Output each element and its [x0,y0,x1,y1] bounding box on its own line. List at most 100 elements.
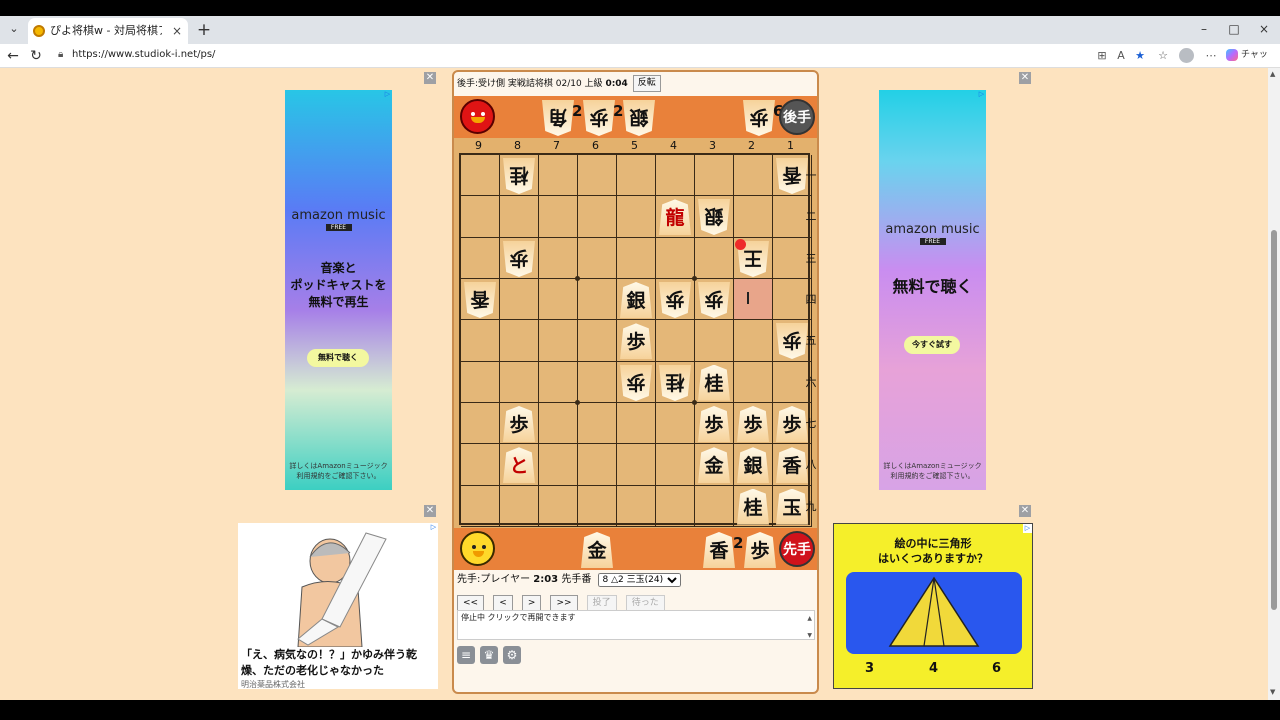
piece-sente[interactable]: 歩 [620,323,652,360]
board-square[interactable] [500,320,539,362]
ad-amazon-music-left[interactable]: ▷ amazon music FREE 音楽と ポッドキャストを 無料で再生 無料… [285,90,392,490]
tab-close-icon[interactable]: × [172,18,182,44]
ad-triangle-quiz[interactable]: ▷ 絵の中に三角形 はいくつありますか？ 3 4 6 [833,523,1033,689]
read-aloud-icon[interactable]: A [1113,48,1129,64]
ad-close-icon[interactable]: ✕ [1019,505,1031,517]
piece-gote[interactable]: 桂 [503,158,535,194]
piece-sente[interactable]: 歩 [737,405,769,442]
browser-tab[interactable]: ぴよ将棋w - 対局将棋アプリ WEB版 × [28,18,188,44]
page-scrollbar[interactable]: ▲ ▼ [1268,68,1280,700]
board-square[interactable] [617,444,656,486]
board-square[interactable] [500,196,539,238]
settings-icon[interactable]: ⚙ [503,646,521,664]
ad-close-icon[interactable]: ✕ [1019,72,1031,84]
menu-icon[interactable]: ≡ [457,646,475,664]
board-square[interactable] [578,361,617,403]
board-square[interactable] [734,320,773,362]
piece-sente[interactable]: 銀 [620,281,652,318]
board-square[interactable] [461,485,500,527]
favorite-star-icon[interactable]: ★ [1132,48,1148,64]
piece-gote[interactable]: 歩 [503,241,535,277]
ad-cta-button[interactable]: 今すぐ試す [904,336,960,354]
board-square[interactable] [500,485,539,527]
ad-quiz-option[interactable]: 3 [865,661,874,676]
piece-gote[interactable]: 歩 [620,365,652,401]
piece-sente[interactable]: 桂 [698,364,730,401]
board-square[interactable] [578,237,617,279]
board-square[interactable] [461,402,500,445]
favorites-icon[interactable]: ☆ [1155,48,1171,64]
piece-gote[interactable]: 歩 [659,282,691,318]
board-square[interactable] [539,155,578,197]
board-square[interactable] [695,237,734,279]
ad-quiz-option[interactable]: 6 [992,661,1001,676]
board-square[interactable] [734,361,773,403]
url-field[interactable]: 🔒︎ https://www.studiok-i.net/ps/ [50,46,1090,66]
message-box[interactable]: 停止中 クリックで再開できます ▲ ▼ [457,610,815,640]
board-square[interactable] [539,444,578,486]
hand-piece[interactable]: 銀 [623,100,655,136]
board-square[interactable] [578,485,617,527]
board-square[interactable] [734,155,773,197]
ad-amazon-music-right[interactable]: ▷ amazon music FREE 無料で聴く 今すぐ試す 詳しくはAmazo… [879,90,986,490]
piece-sente[interactable]: 龍 [659,199,691,236]
ad-choices-icon[interactable]: ▷ [429,523,438,532]
board-square[interactable] [617,196,656,238]
board-square[interactable] [578,196,617,238]
piece-sente[interactable]: と [503,447,535,484]
copilot-button[interactable]: チャット [1226,46,1276,78]
hand-piece[interactable]: 角 [542,100,574,136]
scroll-up-icon[interactable]: ▲ [1270,70,1275,78]
ad-choices-icon[interactable]: ▷ [1023,524,1032,533]
board-square[interactable] [578,444,617,486]
hand-piece[interactable]: 歩 [743,100,775,136]
hand-piece[interactable]: 金 [581,532,613,568]
board-square[interactable] [656,237,695,279]
piece-gote[interactable]: 桂 [659,365,691,401]
board-square[interactable] [695,155,734,197]
board-square[interactable] [617,237,656,279]
piece-sente[interactable]: 桂 [737,488,769,525]
ad-meiji-itching[interactable]: ▷ 「え、病気なの！？」かゆみ伴う乾燥、ただの老化じゃなかった 明治薬品株式会社 [238,523,438,689]
board-square[interactable] [461,361,500,403]
shogi-board[interactable]: 桂香龍銀歩王香銀歩歩歩歩歩桂桂歩歩歩歩と金銀香桂玉 [459,153,812,527]
maximize-button[interactable]: □ [1220,18,1248,40]
board-square[interactable] [734,196,773,238]
board-square[interactable] [539,361,578,403]
flip-board-button[interactable]: 反転 [632,75,661,92]
ad-close-icon[interactable]: ✕ [424,72,436,84]
board-square[interactable] [578,155,617,197]
back-icon[interactable]: ← [4,47,22,65]
hand-piece[interactable]: 香 [703,532,735,568]
scroll-up-icon[interactable]: ▲ [807,612,812,626]
board-square[interactable] [656,444,695,486]
board-square[interactable] [539,402,578,445]
close-window-button[interactable]: × [1250,18,1278,40]
board-square[interactable] [617,485,656,527]
board-square[interactable] [539,237,578,279]
move-select[interactable]: 8 △2 三玉(24) [597,573,681,587]
piece-sente[interactable]: 金 [698,447,730,484]
tab-list-icon[interactable]: ⌄ [5,20,23,38]
board-square[interactable] [539,196,578,238]
piece-gote[interactable]: 歩 [698,282,730,318]
board-square[interactable] [656,320,695,362]
board-square[interactable] [578,402,617,445]
new-tab-button[interactable]: + [193,19,215,41]
piece-sente[interactable]: 歩 [698,405,730,442]
board-square[interactable] [656,155,695,197]
trophy-icon[interactable]: ♛ [480,646,498,664]
board-square[interactable] [539,320,578,362]
board-square[interactable] [656,485,695,527]
board-square[interactable] [461,237,500,279]
app-icon[interactable]: ⊞ [1094,48,1110,64]
board-square[interactable] [617,402,656,445]
board-square[interactable] [461,320,500,362]
board-square[interactable] [695,320,734,362]
reload-icon[interactable]: ↻ [27,47,45,65]
board-square[interactable] [461,196,500,238]
piece-sente[interactable]: 歩 [503,405,535,442]
board-square[interactable] [500,278,539,321]
ad-choices-icon[interactable]: ▷ [977,90,986,99]
more-icon[interactable]: ⋯ [1203,48,1219,64]
